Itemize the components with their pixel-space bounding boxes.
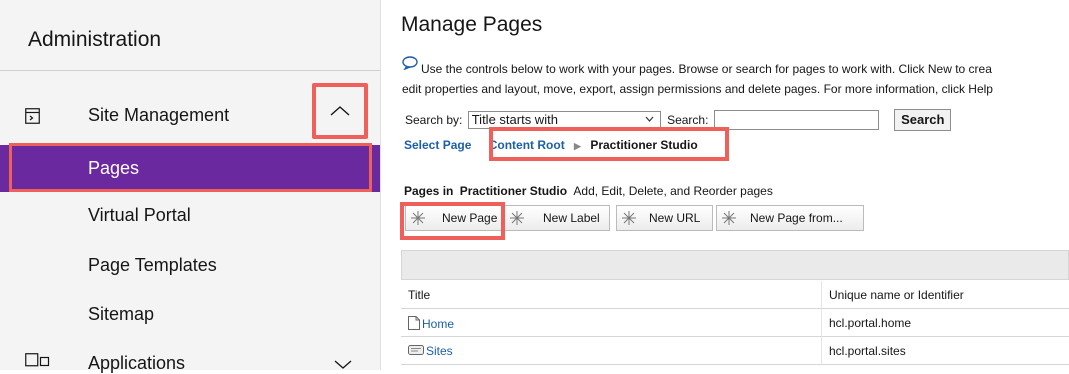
collapse-section-button[interactable] [312, 83, 368, 139]
table-toolbar [401, 250, 1069, 280]
pages-in-heading: Pages in Practitioner Studio Add, Edit, … [404, 184, 773, 198]
pages-in-suffix: Add, Edit, Delete, and Reorder pages [573, 184, 773, 198]
select-page-link[interactable]: Select Page [404, 138, 471, 152]
new-star-icon [722, 211, 736, 225]
row-identifier-cell: hcl.portal.sites [829, 344, 906, 358]
new-star-icon [510, 211, 524, 225]
sidebar-item-label: Sitemap [88, 304, 155, 324]
new-label-label: New Label [543, 211, 600, 225]
row-title-cell: Home [408, 316, 454, 331]
sidebar-item-virtual-portal[interactable]: Virtual Portal [0, 192, 380, 240]
sidebar-section-label: Applications [88, 353, 186, 373]
row-title-cell: Sites [408, 344, 453, 358]
row-identifier-cell: hcl.portal.home [829, 316, 912, 330]
column-header-identifier[interactable]: Unique name or Identifier [829, 288, 964, 302]
sidebar-item-label: Virtual Portal [88, 205, 191, 225]
search-label: Search: [667, 113, 709, 127]
pages-in-prefix: Pages in [404, 184, 454, 198]
intro-line-2: edit properties and layout, move, export… [402, 82, 993, 96]
page-link-sites[interactable]: Sites [426, 344, 453, 358]
chevron-down-icon[interactable] [334, 360, 352, 370]
highlight-new-page [400, 202, 505, 240]
new-url-button[interactable]: New URL [616, 205, 713, 231]
intro-text: Use the controls below to work with your… [402, 59, 1069, 99]
applications-icon [25, 353, 50, 367]
new-page-from-label: New Page from... [750, 211, 843, 225]
sidebar-item-sitemap[interactable]: Sitemap [0, 291, 380, 339]
table-row: Home hcl.portal.home [401, 309, 1069, 337]
column-header-title[interactable]: Title [408, 288, 430, 302]
search-input[interactable] [713, 110, 879, 130]
page-icon [408, 316, 420, 330]
sidebar-item-label: Page Templates [88, 255, 217, 275]
new-label-button[interactable]: New Label [504, 205, 610, 231]
page-link-home[interactable]: Home [422, 317, 454, 331]
search-by-value: Title starts with [471, 112, 558, 127]
pages-in-name: Practitioner Studio [459, 184, 568, 198]
site-management-icon [25, 108, 40, 124]
chevron-down-icon [645, 116, 654, 122]
table-header-row: Title Unique name or Identifier [401, 281, 1069, 309]
label-icon [408, 345, 424, 355]
sidebar-header: Administration [0, 0, 380, 71]
new-url-label: New URL [649, 211, 701, 225]
new-star-icon [622, 211, 636, 225]
chevron-up-icon [330, 106, 350, 116]
sidebar-title: Administration [28, 28, 162, 51]
search-button[interactable]: Search [894, 109, 952, 131]
new-page-from-button[interactable]: New Page from... [716, 205, 864, 231]
sidebar-section-label: Site Management [88, 105, 230, 125]
highlight-pages [9, 143, 372, 192]
column-divider [821, 281, 822, 365]
main-content: Manage Pages Use the controls below to w… [381, 0, 1069, 370]
highlight-breadcrumb [489, 127, 729, 161]
page-title: Manage Pages [401, 13, 543, 36]
intro-line-1: Use the controls below to work with your… [421, 62, 992, 76]
table-row: Sites hcl.portal.sites [401, 337, 1069, 365]
sidebar: Administration Site Management Pages Vir… [0, 0, 381, 373]
search-by-label: Search by: [405, 113, 463, 127]
sidebar-item-page-templates[interactable]: Page Templates [0, 242, 380, 290]
